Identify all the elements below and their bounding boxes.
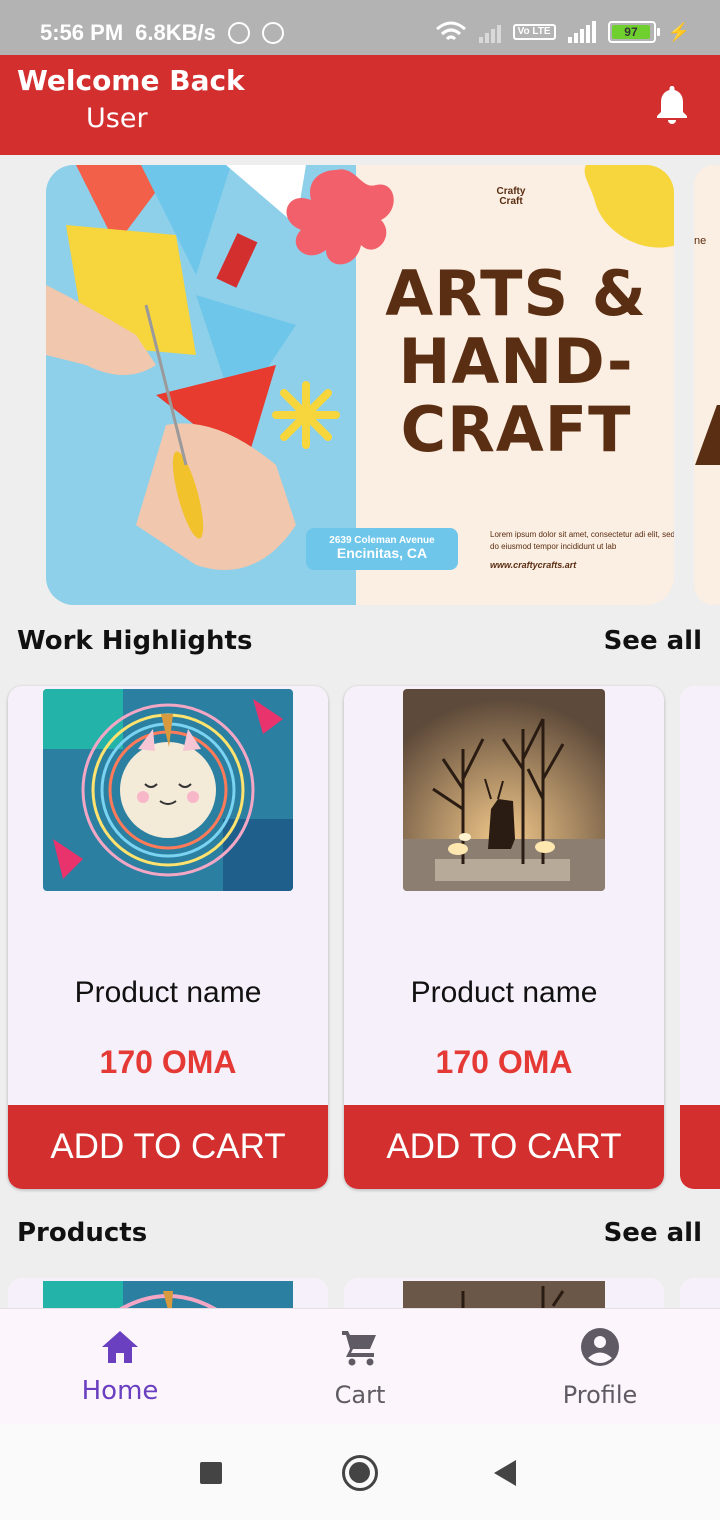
wifi-icon [435, 21, 466, 41]
add-to-cart-button-peek[interactable] [680, 1105, 720, 1189]
home-icon [102, 1331, 138, 1363]
cart-icon [342, 1331, 376, 1366]
nav-cart[interactable]: Cart [240, 1309, 480, 1425]
banner-decor-star [272, 381, 340, 449]
alarm-icon [227, 22, 250, 44]
work-highlights-see-all[interactable]: See all [604, 626, 702, 656]
work-highlights-title: Work Highlights [17, 626, 253, 656]
back-button[interactable] [494, 1460, 516, 1486]
system-navigation-bar [0, 1424, 720, 1520]
product-card-peek[interactable] [680, 686, 720, 1189]
banner-title-line3: CRAFT [400, 393, 632, 466]
nav-home[interactable]: Home [0, 1309, 240, 1425]
app-bar: Welcome Back User [0, 55, 720, 155]
banner-title: ARTS & HAND- CRAFT [361, 260, 671, 464]
products-see-all[interactable]: See all [604, 1218, 702, 1248]
next-banner-text: ne [694, 235, 707, 247]
charging-icon: ⚡ [667, 21, 690, 42]
add-to-cart-button[interactable]: ADD TO CART [344, 1105, 664, 1189]
signal-icon-sim2 [567, 21, 596, 43]
banner-address: 2639 Coleman Avenue Encinitas, CA [306, 528, 458, 570]
product-price: 170 OMA [99, 1044, 237, 1080]
product-name: Product name [74, 976, 262, 1009]
volte-badge: Vo LTE [512, 24, 556, 40]
battery-icon: 97 [607, 21, 660, 43]
banner-decor-sun [584, 165, 674, 248]
nav-profile-label: Profile [562, 1381, 638, 1409]
battery-level: 97 [611, 25, 651, 39]
status-time: 5:56 PM [40, 20, 124, 45]
product-price: 170 OMA [435, 1044, 573, 1080]
banner-title-line2: HAND- [398, 325, 634, 398]
product-name: Product name [410, 976, 598, 1009]
product-card[interactable]: Product name 170 OMA ADD TO CART [344, 686, 664, 1189]
account-circle-icon [581, 1328, 619, 1366]
signal-icon-sim1 [478, 21, 501, 43]
status-bar: 5:56 PM 6.8KB/s Vo LTE 97 ⚡ [0, 0, 720, 55]
deer-candle-image [403, 689, 605, 891]
status-right: Vo LTE 97 ⚡ [435, 20, 690, 44]
status-left: 5:56 PM 6.8KB/s [40, 20, 284, 46]
add-to-cart-button[interactable]: ADD TO CART [8, 1105, 328, 1189]
nav-cart-label: Cart [334, 1381, 386, 1409]
home-button[interactable] [342, 1455, 378, 1491]
product-card[interactable]: Product name 170 OMA ADD TO CART [8, 686, 328, 1189]
bottom-navigation: Home Cart Profile [0, 1308, 720, 1424]
recents-button[interactable] [200, 1462, 222, 1484]
unicorn-craft-image [43, 689, 293, 891]
next-banner-letter [695, 405, 720, 465]
banner-address-city: Encinitas, CA [336, 545, 428, 561]
products-title: Products [17, 1218, 148, 1248]
nav-home-label: Home [81, 1376, 159, 1406]
welcome-text: Welcome Back [17, 64, 245, 97]
whatsapp-icon [261, 22, 284, 44]
nav-profile[interactable]: Profile [480, 1309, 720, 1425]
next-banner-peek[interactable]: ne [694, 165, 720, 605]
banner-url: www.craftycrafts.art [490, 560, 577, 570]
status-speed: 6.8KB/s [135, 20, 216, 45]
username-text: User [86, 103, 148, 134]
promo-banner[interactable]: Crafty Craft ARTS & HAND- CRAFT 2639 Col… [46, 165, 674, 605]
banner-lorem: Lorem ipsum dolor sit amet, consectetur … [490, 530, 674, 551]
bell-icon[interactable] [652, 82, 692, 126]
banner-logo: Crafty Craft [496, 186, 526, 207]
banner-title-line1: ARTS & [385, 257, 647, 330]
